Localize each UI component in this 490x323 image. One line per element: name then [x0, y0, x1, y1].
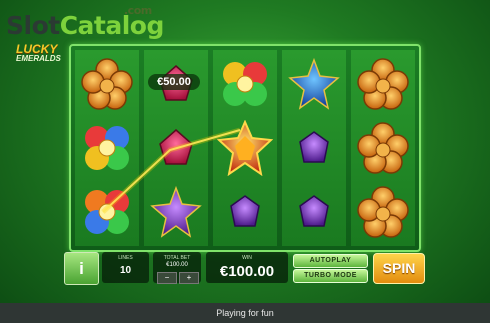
total-bet-caption: TOTAL BET: [163, 255, 191, 261]
rainbow-clover-icon: [217, 56, 273, 112]
rainbow-clover-icon: [79, 120, 135, 176]
game-logo-line1: LUCKY: [16, 42, 58, 56]
reel-3: [213, 50, 277, 246]
clover-flower-orange-icon: [355, 56, 411, 112]
turbo-mode-button[interactable]: TURBO MODE: [293, 269, 368, 283]
rainbow-clover-icon: [79, 184, 135, 240]
game-logo: LUCKY EMERALDS: [16, 42, 72, 63]
total-bet-value: €100.00: [166, 262, 188, 268]
lines-panel: LINES 10: [102, 252, 149, 283]
amethyst-gem-icon: [286, 120, 342, 176]
lines-caption: LINES: [118, 255, 133, 261]
game-logo-line2: EMERALDS: [16, 54, 61, 63]
clover-flower-orange-icon: [355, 184, 411, 240]
lines-value: 10: [119, 265, 132, 276]
clover-flower-orange-icon: [355, 120, 411, 176]
info-button[interactable]: i: [64, 252, 99, 285]
amethyst-gem-icon: [286, 184, 342, 240]
win-amount-badge: €50.00: [148, 74, 200, 90]
win-caption: WIN: [242, 255, 252, 261]
amethyst-gem-icon: [217, 184, 273, 240]
clover-flower-orange-icon: [79, 56, 135, 112]
spin-button[interactable]: SPIN: [373, 253, 425, 284]
reel-frame: [69, 44, 421, 252]
win-value: €100.00: [219, 263, 275, 280]
slotcatalog-watermark: Slot Catalog .com: [6, 4, 164, 40]
autoplay-button[interactable]: AUTOPLAY: [293, 254, 368, 268]
watermark-tld: .com: [124, 4, 152, 17]
reel-5: [351, 50, 415, 246]
status-footer: Playing for fun: [0, 303, 490, 323]
ruby-gem-icon: [148, 120, 204, 176]
win-panel: WIN €100.00: [206, 252, 288, 283]
reel-1: [75, 50, 139, 246]
total-bet-panel: TOTAL BET €100.00 − +: [153, 252, 201, 284]
bet-decrease-button[interactable]: −: [157, 272, 177, 284]
gold-star-gem-icon: [217, 120, 273, 176]
bet-increase-button[interactable]: +: [179, 272, 199, 284]
amethyst-star-icon: [148, 184, 204, 240]
sapphire-star-icon: [286, 56, 342, 112]
watermark-brand-a: Slot: [6, 11, 60, 40]
control-bar: i LINES 10 TOTAL BET €100.00 − + WIN €10…: [60, 251, 430, 286]
reel-4: [282, 50, 346, 246]
